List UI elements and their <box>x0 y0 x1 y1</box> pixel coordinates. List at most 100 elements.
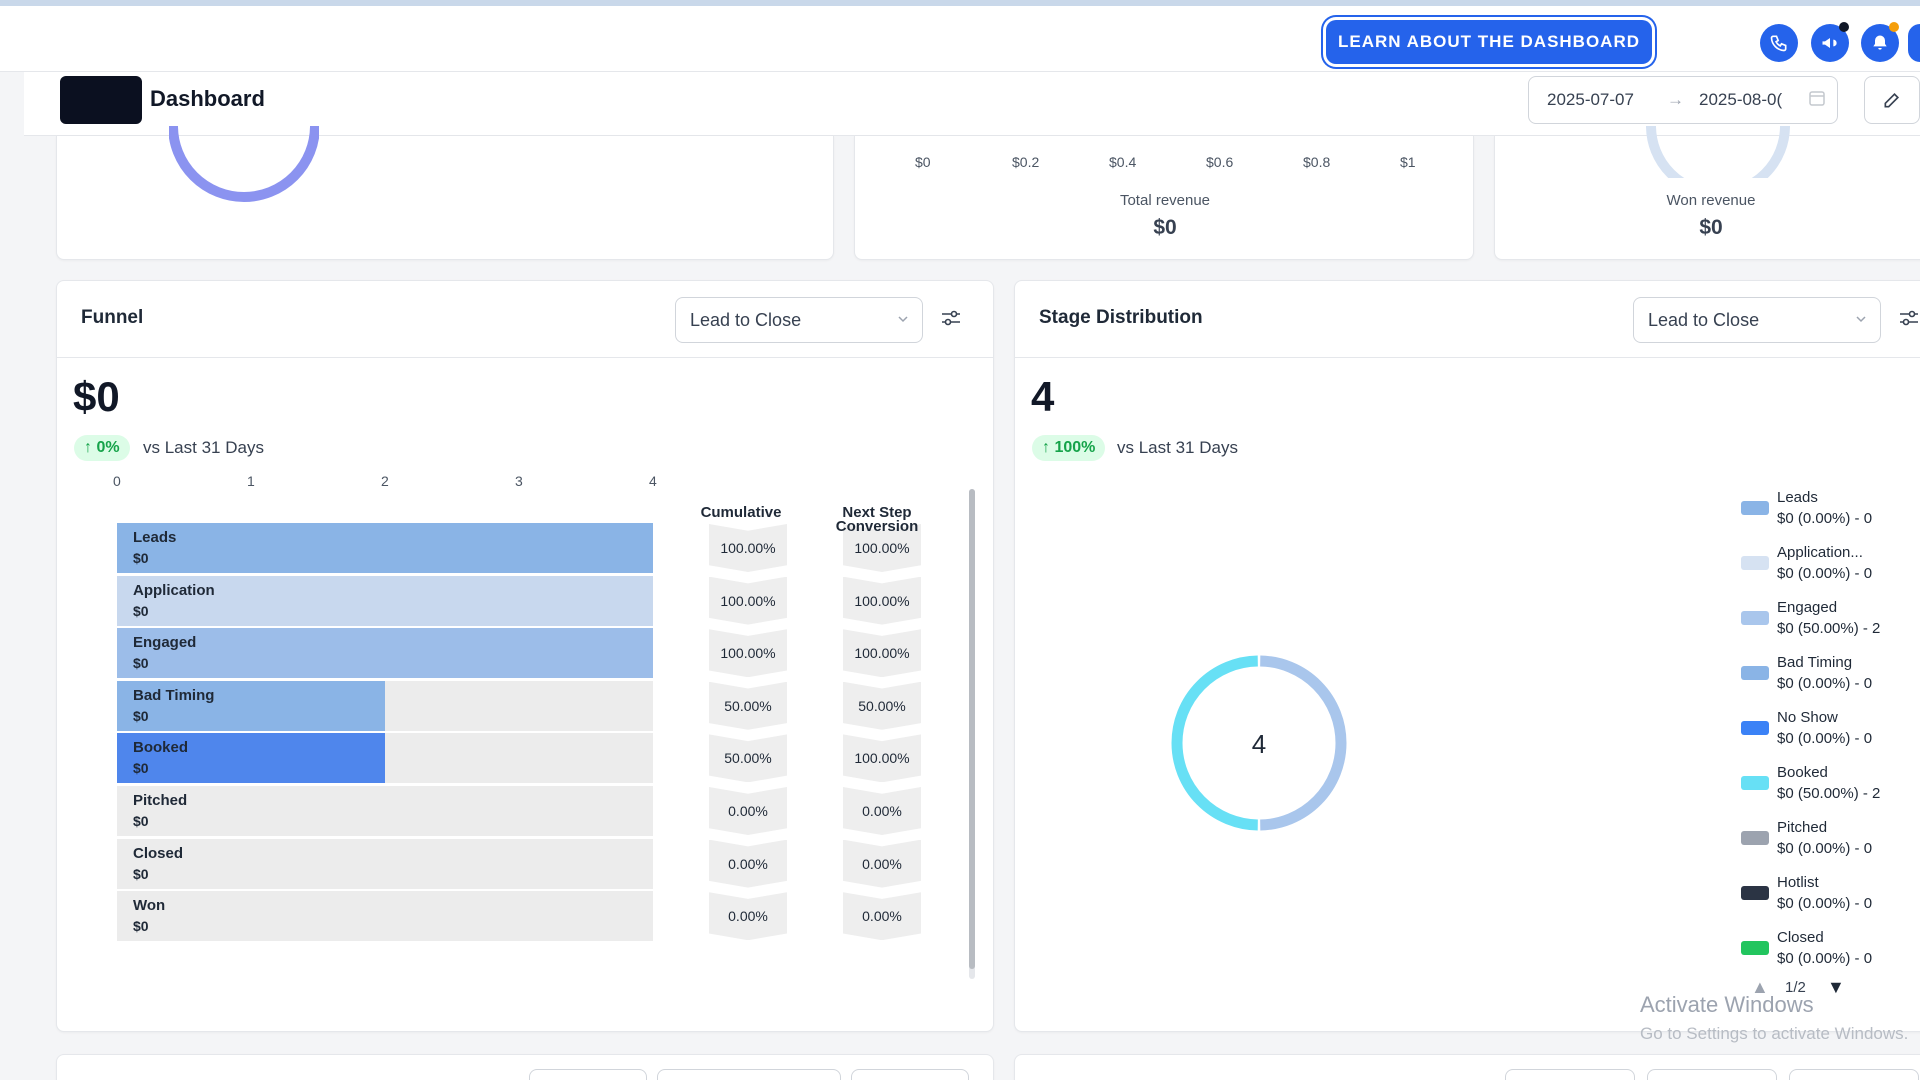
learn-about-dashboard-button[interactable]: LEARN ABOUT THE DASHBOARD <box>1326 20 1652 64</box>
windows-watermark-title: Activate Windows <box>1640 992 1814 1017</box>
bottom-control[interactable] <box>1789 1069 1919 1080</box>
legend-item[interactable]: No Show $0 (0.00%) - 0 <box>1741 709 1920 759</box>
scrollbar-thumb[interactable] <box>969 489 975 969</box>
legend-swatch <box>1741 611 1769 625</box>
funnel-stage-name: Engaged <box>133 634 197 652</box>
funnel-bar[interactable] <box>117 523 653 573</box>
filter-icon[interactable] <box>1899 309 1919 332</box>
stage-distribution-select[interactable]: Lead to Close <box>1633 297 1881 343</box>
edit-button[interactable] <box>1864 76 1920 124</box>
change-value: 0% <box>96 439 120 456</box>
scrollbar-track[interactable] <box>969 489 975 979</box>
chevron-down-icon <box>896 310 910 331</box>
funnel-stage-value: $0 <box>133 813 149 829</box>
legend-swatch <box>1741 666 1769 680</box>
filter-icon[interactable] <box>941 309 961 332</box>
next-step-cell: 100.00% <box>843 576 921 625</box>
funnel-bar-track: Closed $0 <box>117 838 653 889</box>
legend-item[interactable]: Bad Timing $0 (0.00%) - 0 <box>1741 654 1920 704</box>
funnel-card: Funnel Lead to Close $0 ↑ 0% vs Last 31 … <box>56 280 994 1032</box>
notification-dot <box>1839 22 1849 32</box>
avatar[interactable] <box>1908 24 1920 62</box>
total-revenue-value: $0 <box>1153 216 1177 239</box>
funnel-stage-name: Application <box>133 581 215 599</box>
megaphone-icon[interactable] <box>1811 22 1849 62</box>
stage-distribution-card: Stage Distribution Lead to Close 4 ↑ 100… <box>1014 280 1920 1032</box>
legend-name: Bad Timing <box>1777 654 1853 671</box>
legend-value: $0 (0.00%) - 0 <box>1777 730 1873 747</box>
bottom-control[interactable] <box>1505 1069 1635 1080</box>
top-bar: LEARN ABOUT THE DASHBOARD <box>0 0 1920 72</box>
funnel-select[interactable]: Lead to Close <box>675 297 923 343</box>
revenue-tick-label: $1 <box>1400 154 1416 170</box>
company-logo <box>60 76 142 124</box>
donut-center-value: 4 <box>1251 729 1267 759</box>
legend-item[interactable]: Hotlist $0 (0.00%) - 0 <box>1741 874 1920 924</box>
funnel-stage-value: $0 <box>133 760 149 777</box>
legend-name: Pitched <box>1777 819 1828 836</box>
funnel-bar-track: Booked $0 <box>117 733 653 784</box>
cumulative-cell: 0.00% <box>709 892 787 941</box>
stage-legend: Leads $0 (0.00%) - 0 Application... $0 (0.0… <box>1741 489 1920 989</box>
legend-swatch <box>1741 721 1769 735</box>
legend-item[interactable]: Closed $0 (0.00%) - 0 <box>1741 929 1920 979</box>
cumulative-cell: 50.00% <box>709 681 787 730</box>
cumulative-cell: 100.00% <box>709 524 787 572</box>
revenue-tick-label: $0.2 <box>1012 154 1040 170</box>
funnel-stage-name: Closed <box>133 844 184 862</box>
funnel-select-value: Lead to Close <box>690 310 802 330</box>
legend-value: $0 (0.00%) - 0 <box>1777 565 1873 582</box>
revenue-tick-label: $0 <box>915 154 931 170</box>
funnel-bar[interactable] <box>117 628 653 679</box>
cumulative-cell: 100.00% <box>709 576 787 625</box>
revenue-tick-label: $0.4 <box>1109 154 1137 170</box>
legend-item[interactable]: Engaged $0 (50.00%) - 2 <box>1741 599 1920 649</box>
date-range-picker[interactable]: 2025-07-07 → 2025-08-0( <box>1528 76 1838 124</box>
pencil-icon <box>1884 92 1900 108</box>
funnel-stage-name: Bad Timing <box>133 686 215 704</box>
funnel-bar-track: Pitched $0 <box>117 786 653 836</box>
top-left-card <box>56 126 834 260</box>
stage-total-value: 4 <box>1031 373 1055 420</box>
cumulative-header: Cumulative <box>700 504 782 521</box>
change-badge: ↑ 0% <box>74 435 130 461</box>
legend-item[interactable]: Pitched $0 (0.00%) - 0 <box>1741 819 1920 869</box>
stage-distribution-title: Stage Distribution <box>1039 307 1203 328</box>
bottom-control[interactable] <box>657 1069 841 1080</box>
funnel-total-value: $0 <box>73 373 120 420</box>
chevron-down-icon <box>1854 310 1868 331</box>
revenue-tick-label: $0.6 <box>1206 154 1234 170</box>
legend-value: $0 (0.00%) - 0 <box>1777 895 1873 912</box>
funnel-stage-name: Pitched <box>133 792 188 809</box>
funnel-bar-track: Leads $0 <box>117 523 653 573</box>
legend-next-icon[interactable]: ▼ <box>1827 977 1845 998</box>
cumulative-cell: 50.00% <box>709 734 787 783</box>
date-start: 2025-07-07 <box>1547 90 1634 109</box>
legend-value: $0 (0.00%) - 0 <box>1777 840 1873 857</box>
legend-swatch <box>1741 886 1769 900</box>
funnel-stage-name: Booked <box>133 739 189 757</box>
legend-name: No Show <box>1777 709 1838 726</box>
bottom-control[interactable] <box>851 1069 969 1080</box>
funnel-stage-name: Leads <box>133 529 177 546</box>
bottom-control[interactable] <box>529 1069 647 1080</box>
legend-name: Booked <box>1777 764 1828 781</box>
bell-icon[interactable] <box>1861 22 1899 62</box>
legend-item[interactable]: Booked $0 (50.00%) - 2 <box>1741 764 1920 814</box>
next-step-header-line2: Conversion <box>835 518 919 535</box>
bottom-control[interactable] <box>1647 1069 1777 1080</box>
legend-value: $0 (50.00%) - 2 <box>1777 785 1881 802</box>
total-revenue-card: $0 $0.2 $0.4 $0.6 $0.8 $1 Total revenue $0 <box>854 136 1474 260</box>
legend-name: Leads <box>1777 489 1818 506</box>
total-revenue-label: Total revenue <box>1119 192 1211 209</box>
phone-icon[interactable] <box>1760 24 1798 62</box>
funnel-axis-tick: 1 <box>247 473 255 489</box>
funnel-bar-track: Won $0 <box>117 891 653 942</box>
legend-item[interactable]: Leads $0 (0.00%) - 0 <box>1741 489 1920 539</box>
funnel-bar-track: Bad Timing $0 <box>117 680 653 731</box>
funnel-axis-tick: 2 <box>381 473 389 489</box>
legend-swatch <box>1741 556 1769 570</box>
legend-item[interactable]: Application... $0 (0.00%) - 0 <box>1741 544 1920 594</box>
legend-swatch <box>1741 941 1769 955</box>
funnel-axis-tick: 4 <box>649 473 657 489</box>
